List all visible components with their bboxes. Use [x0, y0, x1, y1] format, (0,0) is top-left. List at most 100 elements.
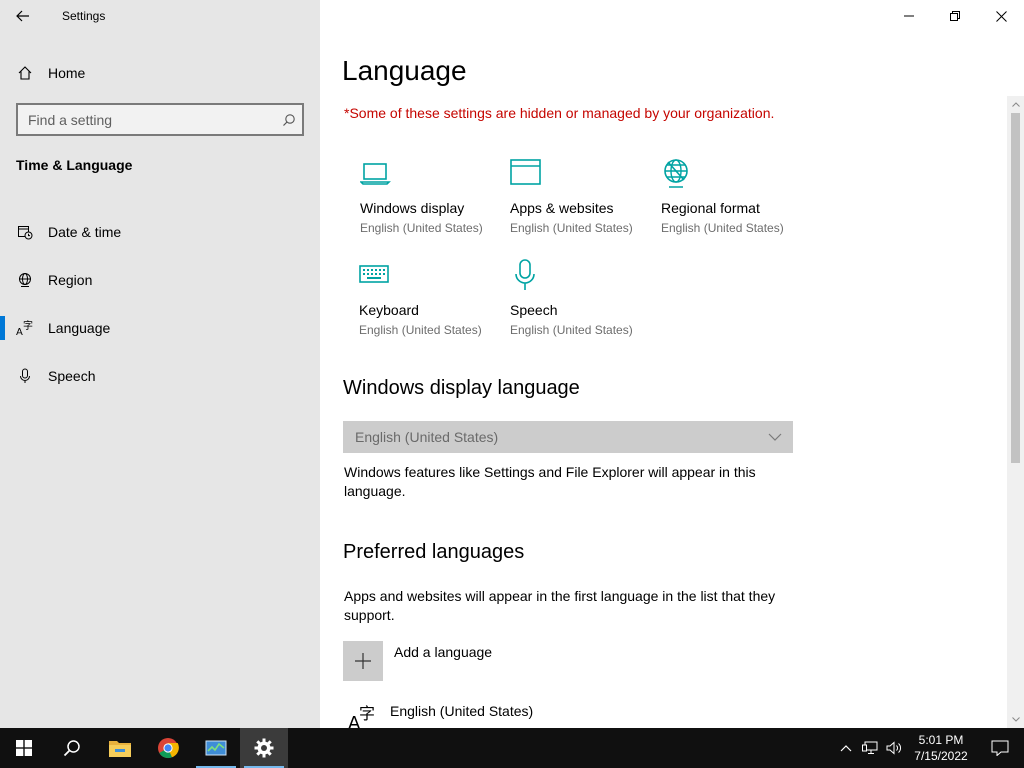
- tile-regional-format[interactable]: Regional format English (United States): [661, 157, 811, 235]
- display-language-heading: Windows display language: [343, 377, 580, 399]
- search-input[interactable]: [28, 111, 276, 128]
- keyboard-icon: [359, 259, 509, 291]
- tile-title: Keyboard: [359, 302, 419, 318]
- windows-logo-icon: [16, 740, 32, 756]
- taskbar: 5:01 PM 7/15/2022: [0, 728, 1024, 768]
- sidebar: Settings Home Time & Language Date & tim…: [0, 0, 320, 728]
- svg-text:字: 字: [359, 704, 375, 723]
- sidebar-item-label: Date & time: [48, 224, 122, 240]
- browser-window-icon: [510, 157, 660, 189]
- language-list-item[interactable]: A字 English (United States): [346, 703, 534, 734]
- show-hidden-icons-button[interactable]: [834, 728, 858, 768]
- microphone-icon: [16, 367, 34, 385]
- tile-subtitle: English (United States): [510, 323, 633, 337]
- svg-text:字: 字: [23, 320, 33, 332]
- svg-text:A: A: [16, 327, 23, 336]
- notification-icon: [991, 740, 1009, 756]
- taskbar-settings[interactable]: [240, 728, 288, 768]
- minimize-icon: [904, 15, 914, 17]
- tile-subtitle: English (United States): [510, 221, 633, 235]
- search-box[interactable]: [16, 103, 304, 136]
- preferred-languages-heading: Preferred languages: [343, 541, 525, 563]
- search-icon[interactable]: [276, 113, 302, 127]
- globe-icon: [661, 157, 811, 189]
- close-button[interactable]: [978, 0, 1024, 32]
- tile-speech[interactable]: Speech English (United States): [510, 259, 660, 337]
- taskbar-file-explorer[interactable]: [96, 728, 144, 768]
- globe-icon: [16, 271, 34, 289]
- sidebar-nav: Date & time Region A字 Language Speech: [0, 208, 320, 400]
- laptop-icon: [359, 157, 510, 189]
- sidebar-item-speech[interactable]: Speech: [0, 352, 320, 400]
- close-icon: [995, 10, 1007, 22]
- file-explorer-icon: [109, 741, 131, 757]
- taskbar-task-manager[interactable]: [192, 728, 240, 768]
- speaker-icon: [886, 741, 901, 755]
- add-language-label: Add a language: [394, 644, 493, 660]
- dropdown-value: English (United States): [355, 429, 499, 445]
- plus-icon: [343, 641, 383, 681]
- sidebar-item-label: Speech: [48, 368, 96, 384]
- sidebar-item-date-time[interactable]: Date & time: [0, 208, 320, 256]
- clock-date: 7/15/2022: [914, 749, 968, 763]
- main-content: Language *Some of these settings are hid…: [320, 0, 1024, 734]
- tile-apps-websites[interactable]: Apps & websites English (United States): [510, 157, 660, 235]
- titlebar-left: Settings: [0, 0, 320, 32]
- restore-icon: [950, 11, 960, 21]
- language-icon: A字: [346, 703, 380, 734]
- taskbar-chrome[interactable]: [144, 728, 192, 768]
- restore-button[interactable]: [932, 0, 978, 32]
- action-center-button[interactable]: [976, 728, 1024, 768]
- system-tray: 5:01 PM 7/15/2022: [834, 728, 1024, 768]
- search-icon: [63, 740, 80, 757]
- back-arrow-icon: [16, 10, 29, 22]
- chevron-up-icon: [840, 744, 852, 751]
- taskbar-clock[interactable]: 5:01 PM 7/15/2022: [906, 732, 976, 764]
- settings-gear-icon: [254, 738, 274, 758]
- volume-button[interactable]: [882, 728, 906, 768]
- minimize-button[interactable]: [886, 0, 932, 32]
- tile-windows-display[interactable]: Windows display English (United States): [359, 157, 510, 235]
- sidebar-item-language[interactable]: A字 Language: [0, 304, 320, 352]
- microphone-icon: [510, 259, 660, 291]
- home-icon: [16, 64, 34, 82]
- tile-title: Speech: [510, 302, 558, 318]
- scroll-up-arrow-icon[interactable]: [1007, 96, 1024, 113]
- language-icon: A字: [16, 319, 34, 337]
- tile-subtitle: English (United States): [661, 221, 784, 235]
- scroll-down-arrow-icon[interactable]: [1007, 711, 1024, 728]
- nav-home-label: Home: [48, 65, 86, 81]
- network-icon: [862, 741, 878, 754]
- display-language-dropdown[interactable]: English (United States): [343, 421, 793, 453]
- chevron-down-icon: [757, 433, 793, 441]
- add-language-button[interactable]: Add a language: [343, 641, 492, 681]
- app-title: Settings: [62, 9, 106, 23]
- org-managed-notice: *Some of these settings are hidden or ma…: [344, 105, 775, 121]
- sidebar-item-region[interactable]: Region: [0, 256, 320, 304]
- page-title: Language: [342, 55, 467, 86]
- calendar-clock-icon: [16, 223, 34, 241]
- tile-title: Windows display: [360, 200, 465, 216]
- preferred-languages-description: Apps and websites will appear in the fir…: [344, 588, 776, 623]
- sidebar-item-label: Language: [48, 320, 111, 336]
- tile-title: Regional format: [661, 200, 760, 216]
- scrollbar-thumb[interactable]: [1011, 113, 1020, 463]
- task-manager-icon: [205, 740, 227, 756]
- chrome-icon: [158, 738, 179, 759]
- tile-keyboard[interactable]: Keyboard English (United States): [359, 259, 509, 337]
- tile-subtitle: English (United States): [359, 323, 482, 337]
- vertical-scrollbar[interactable]: [1007, 96, 1024, 728]
- nav-home[interactable]: Home: [0, 57, 320, 89]
- start-button[interactable]: [0, 728, 48, 768]
- display-language-description: Windows features like Settings and File …: [344, 464, 756, 499]
- sidebar-item-label: Region: [48, 272, 93, 288]
- back-button[interactable]: [0, 0, 46, 32]
- tile-title: Apps & websites: [510, 200, 614, 216]
- window-controls: [886, 0, 1024, 32]
- clock-time: 5:01 PM: [918, 733, 964, 747]
- tile-subtitle: English (United States): [360, 221, 483, 235]
- taskbar-search-button[interactable]: [48, 728, 96, 768]
- language-name: English (United States): [390, 703, 534, 719]
- sidebar-section-title: Time & Language: [16, 157, 133, 173]
- network-button[interactable]: [858, 728, 882, 768]
